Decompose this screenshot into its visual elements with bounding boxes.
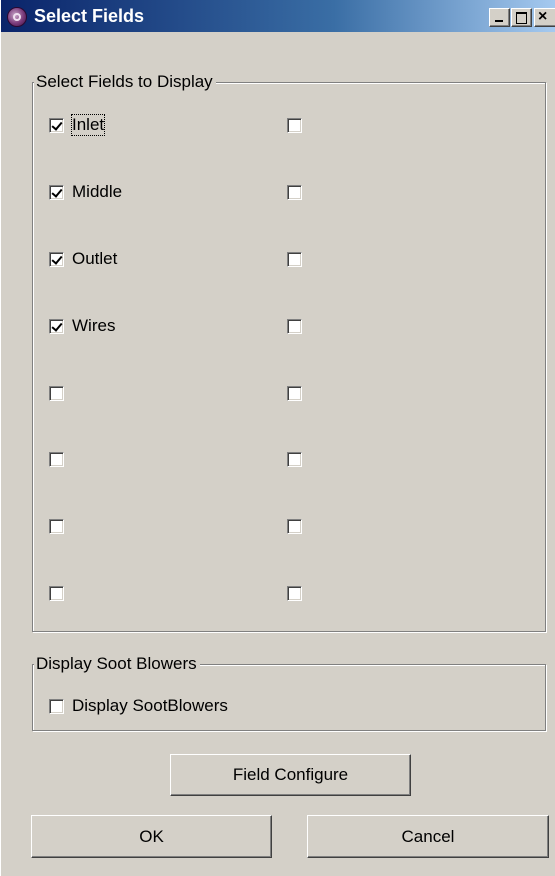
checkbox-box[interactable] [49, 318, 64, 334]
cancel-button[interactable]: Cancel [307, 815, 549, 858]
field-checkbox-left-1[interactable]: Inlet [49, 114, 106, 136]
checkbox-box[interactable] [287, 251, 302, 267]
checkbox-label: Wires [72, 316, 116, 335]
checkbox-box[interactable] [287, 117, 302, 133]
select-fields-legend: Select Fields to Display [34, 72, 216, 92]
select-fields-groupbox: Select Fields to Display Inlet Middle Outl… [32, 72, 546, 632]
ok-button[interactable]: OK [31, 815, 272, 858]
checkbox-box[interactable] [287, 184, 302, 200]
field-checkbox-left-8[interactable] [49, 583, 64, 603]
display-sootblowers-label: Display SootBlowers [72, 696, 228, 715]
soot-blowers-groupbox: Display Soot Blowers Display SootBlowers [32, 654, 546, 731]
field-checkbox-right-3[interactable] [287, 249, 302, 269]
checkbox-box[interactable] [49, 585, 64, 601]
title-bar[interactable]: Select Fields × [1, 0, 555, 34]
checkbox-box[interactable] [49, 117, 64, 133]
field-checkbox-right-4[interactable] [287, 316, 302, 336]
soot-blowers-legend: Display Soot Blowers [34, 654, 200, 674]
minimize-button[interactable] [489, 8, 510, 27]
checkbox-box[interactable] [287, 451, 302, 467]
checkbox-box[interactable] [49, 251, 64, 267]
field-checkbox-right-1[interactable] [287, 115, 302, 135]
field-checkbox-right-7[interactable] [287, 516, 302, 536]
checkbox-box[interactable] [49, 451, 64, 467]
ok-label: OK [139, 826, 164, 846]
close-icon: × [538, 8, 548, 25]
checkbox-box[interactable] [49, 518, 64, 534]
checkbox-label: Middle [72, 182, 123, 201]
cancel-label: Cancel [401, 826, 455, 846]
checkbox-label: Outlet [72, 249, 118, 268]
checkbox-box[interactable] [49, 184, 64, 200]
display-sootblowers-checkbox-box[interactable] [49, 698, 64, 714]
field-checkbox-right-8[interactable] [287, 583, 302, 603]
window-title: Select Fields [34, 6, 145, 26]
field-checkbox-left-3[interactable]: Outlet [49, 249, 117, 269]
app-icon[interactable] [7, 7, 27, 27]
field-checkbox-left-5[interactable] [49, 383, 64, 403]
field-checkbox-right-5[interactable] [287, 383, 302, 403]
field-checkbox-left-4[interactable]: Wires [49, 316, 115, 336]
checkbox-box[interactable] [287, 585, 302, 601]
field-checkbox-left-2[interactable]: Middle [49, 182, 122, 202]
field-checkbox-left-7[interactable] [49, 516, 64, 536]
field-checkbox-right-2[interactable] [287, 182, 302, 202]
field-checkbox-right-6[interactable] [287, 449, 302, 469]
display-sootblowers-checkbox[interactable]: Display SootBlowers [49, 696, 228, 716]
checkbox-box[interactable] [287, 385, 302, 401]
checkbox-label: Inlet [70, 114, 106, 136]
field-configure-label: Field Configure [232, 765, 349, 784]
select-fields-dialog: Select Fields × Select Fields to Display… [0, 0, 555, 876]
field-checkbox-left-6[interactable] [49, 449, 64, 469]
close-button[interactable]: × [534, 8, 555, 27]
maximize-button[interactable] [511, 8, 532, 27]
checkbox-box[interactable] [287, 318, 302, 334]
checkbox-box[interactable] [49, 385, 64, 401]
checkbox-box[interactable] [287, 518, 302, 534]
field-configure-button[interactable]: Field Configure [170, 754, 411, 796]
